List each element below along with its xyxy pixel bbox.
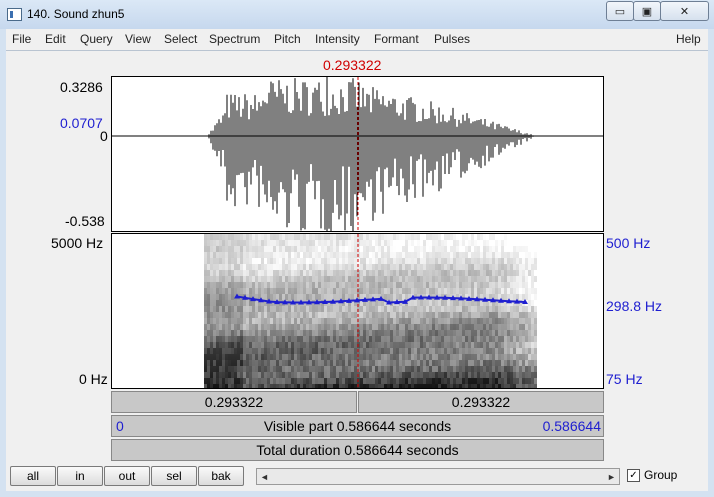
menu-help[interactable]: Help xyxy=(676,32,701,46)
left-selection-band[interactable]: 0.293322 xyxy=(111,391,357,413)
title-bar: 140. Sound zhun5 ▭ ▣ ✕ xyxy=(0,0,714,29)
visible-start-label: 0 xyxy=(116,418,124,434)
bottom-toolbar: all in out sel bak ◄ ► ✓ Group xyxy=(6,462,708,491)
window-icon xyxy=(7,8,22,21)
close-button[interactable]: ✕ xyxy=(660,1,709,21)
group-label: Group xyxy=(644,468,678,482)
pitch-bottom-label: 75 Hz xyxy=(606,371,643,387)
menu-bar: File Edit Query View Select Spectrum Pit… xyxy=(6,29,708,51)
total-duration-band[interactable]: Total duration 0.586644 seconds xyxy=(111,439,604,461)
left-time-label: 0.293322 xyxy=(204,394,264,410)
waveform-zero-label: 0 xyxy=(100,128,108,144)
right-selection-band[interactable]: 0.293322 xyxy=(358,391,604,413)
scroll-right-arrow-icon[interactable]: ► xyxy=(604,469,619,484)
waveform-min-label: -0.538 xyxy=(65,213,105,229)
visible-part-label: Visible part 0.586644 seconds xyxy=(263,418,452,434)
total-duration-label: Total duration 0.586644 seconds xyxy=(256,442,459,458)
zoom-out-button[interactable]: out xyxy=(104,466,150,486)
menu-pulses[interactable]: Pulses xyxy=(434,32,470,46)
waveform-signal xyxy=(208,78,536,231)
menu-select[interactable]: Select xyxy=(164,32,197,46)
visible-part-band[interactable]: 0 Visible part 0.586644 seconds 0.586644 xyxy=(111,415,604,437)
menu-view[interactable]: View xyxy=(125,32,151,46)
spectrogram-panel[interactable] xyxy=(111,233,604,389)
pitch-top-label: 500 Hz xyxy=(606,235,651,251)
minimize-button[interactable]: ▭ xyxy=(606,1,634,21)
pitch-value-label: 298.8 Hz xyxy=(606,298,663,314)
zoom-all-button[interactable]: all xyxy=(10,466,56,486)
menu-file[interactable]: File xyxy=(12,32,31,46)
window-title: 140. Sound zhun5 xyxy=(27,7,125,21)
waveform-max-label: 0.3286 xyxy=(60,79,103,95)
menu-pitch[interactable]: Pitch xyxy=(274,32,301,46)
scroll-left-arrow-icon[interactable]: ◄ xyxy=(257,469,272,484)
waveform-svg xyxy=(112,77,603,231)
zoom-in-button[interactable]: in xyxy=(57,466,103,486)
maximize-button[interactable]: ▣ xyxy=(633,1,661,21)
visible-end-label: 0.586644 xyxy=(542,418,601,434)
spectrogram-top-label: 5000 Hz xyxy=(51,235,104,251)
waveform-panel[interactable] xyxy=(111,76,604,232)
waveform-cursor-value: 0.0707 xyxy=(60,115,103,131)
spectrogram-svg xyxy=(112,234,603,388)
group-checkbox[interactable]: ✓ xyxy=(627,469,640,482)
menu-intensity[interactable]: Intensity xyxy=(315,32,360,46)
zoom-selection-button[interactable]: sel xyxy=(151,466,197,486)
horizontal-scrollbar[interactable]: ◄ ► xyxy=(256,468,620,485)
zoom-back-button[interactable]: bak xyxy=(198,466,244,486)
cursor-time-label: 0.293322 xyxy=(323,57,382,73)
menu-query[interactable]: Query xyxy=(80,32,113,46)
right-time-label: 0.293322 xyxy=(451,394,511,410)
spectrogram-bottom-label: 0 Hz xyxy=(79,371,108,387)
menu-edit[interactable]: Edit xyxy=(45,32,66,46)
menu-formant[interactable]: Formant xyxy=(374,32,419,46)
menu-spectrum[interactable]: Spectrum xyxy=(209,32,260,46)
